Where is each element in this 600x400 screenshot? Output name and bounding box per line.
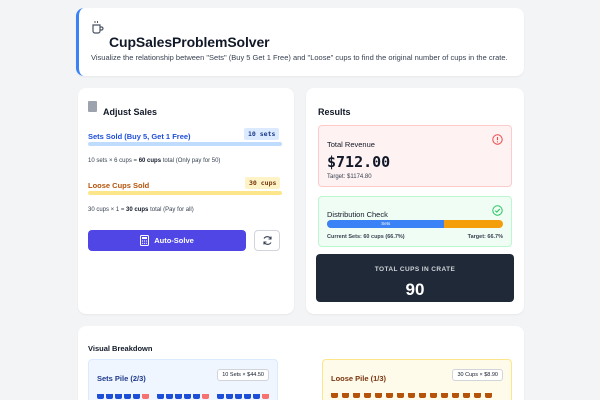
distribution-bar: Sets (327, 220, 503, 228)
cup-icon (92, 21, 104, 34)
total-cups-value: 90 (405, 280, 425, 299)
page-title: CupSalesProblemSolver (109, 34, 270, 50)
total-revenue-label: Total Revenue (327, 140, 375, 149)
visual-breakdown-panel: Visual Breakdown Sets Pile (2/3) 10 Sets… (78, 326, 524, 400)
visual-breakdown-title: Visual Breakdown (88, 344, 153, 353)
loose-cups-value: 30 cups (245, 177, 281, 189)
loose-cup-icon (342, 393, 349, 398)
alert-circle-icon (492, 134, 503, 145)
adjust-sales-title: Adjust Sales (103, 107, 158, 117)
loose-pile: Loose Pile (1/3) 30 Cups × $8.90 (322, 359, 512, 400)
paid-cup-icon (175, 394, 182, 399)
auto-solve-label: Auto-Solve (154, 236, 194, 245)
results-title: Results (318, 107, 351, 117)
refresh-icon (262, 236, 272, 245)
loose-slider[interactable] (88, 191, 282, 195)
loose-cup-icon (386, 393, 393, 398)
loose-cup-icon (397, 393, 404, 398)
current-sets-text: Current Sets: 60 cups (66.7%) (327, 234, 405, 240)
calculator-icon (140, 235, 150, 246)
header-card: CupSalesProblemSolver Visualize the rela… (76, 8, 524, 76)
paid-cup-icon (133, 394, 140, 399)
loose-cups-label: Loose Cups Sold (88, 181, 150, 190)
loose-note: 30 cups × 1 = 30 cups total (Pay for all… (88, 207, 194, 213)
check-circle-icon (492, 205, 503, 216)
loose-cup-icon (474, 393, 481, 398)
paid-cup-icon (106, 394, 113, 399)
sets-slider[interactable] (88, 142, 282, 146)
sets-sold-label: Sets Sold (Buy 5, Get 1 Free) (88, 132, 191, 141)
paid-cup-icon (253, 394, 260, 399)
paid-cup-icon (184, 394, 191, 399)
paid-cup-icon (124, 394, 131, 399)
loose-cup-icon (364, 393, 371, 398)
loose-cup-icon (419, 393, 426, 398)
results-panel: Results Total Revenue $712.00 Target: $1… (306, 88, 524, 314)
total-revenue-value: $712.00 (327, 153, 391, 171)
sets-share-fill: Sets (327, 220, 445, 228)
paid-cup-icon (226, 394, 233, 399)
document-icon (88, 101, 97, 112)
loose-cup-icon (485, 393, 492, 398)
adjust-sales-panel: Adjust Sales Sets Sold (Buy 5, Get 1 Fre… (78, 88, 294, 314)
total-cups-label: TOTAL CUPS IN CRATE (374, 266, 456, 273)
total-revenue-box: Total Revenue $712.00 Target: $1174.80 (318, 125, 512, 187)
refresh-button[interactable] (254, 230, 280, 251)
paid-cup-icon (166, 394, 173, 399)
loose-cup-icon (463, 393, 470, 398)
loose-cup-icon (430, 393, 437, 398)
loose-pile-badge: 30 Cups × $8.90 (452, 369, 503, 381)
paid-cup-icon (193, 394, 200, 399)
loose-cup-icon (353, 393, 360, 398)
loose-cup-icon (441, 393, 448, 398)
free-cup-icon (202, 394, 209, 399)
loose-cup-icon (331, 393, 338, 398)
sets-sold-value: 10 sets (244, 128, 280, 140)
free-cup-icon (262, 394, 269, 399)
total-cups-box: TOTAL CUPS IN CRATE 90 (316, 254, 514, 302)
loose-pile-title: Loose Pile (1/3) (331, 374, 387, 383)
auto-solve-button[interactable]: Auto-Solve (88, 230, 246, 251)
sets-note: 10 sets × 6 cups = 60 cups total (Only p… (88, 158, 221, 164)
paid-cup-icon (217, 394, 224, 399)
revenue-target: Target: $1174.80 (327, 174, 372, 180)
loose-cup-icon (375, 393, 382, 398)
paid-cup-icon (244, 394, 251, 399)
loose-cup-icon (452, 393, 459, 398)
paid-cup-icon (235, 394, 242, 399)
sets-pile: Sets Pile (2/3) 10 Sets × $44.50 (88, 359, 278, 400)
target-percent-text: Target: 66.7% (467, 234, 503, 240)
paid-cup-icon (157, 394, 164, 399)
distribution-check-label: Distribution Check (327, 210, 388, 219)
free-cup-icon (142, 394, 149, 399)
loose-cup-icon (408, 393, 415, 398)
sets-pile-badge: 10 Sets × $44.50 (217, 369, 269, 381)
paid-cup-icon (115, 394, 122, 399)
distribution-check-box: Distribution Check Sets Current Sets: 60… (318, 196, 512, 247)
page-subtitle: Visualize the relationship between "Sets… (91, 53, 508, 62)
sets-pile-title: Sets Pile (2/3) (97, 374, 146, 383)
paid-cup-icon (97, 394, 104, 399)
